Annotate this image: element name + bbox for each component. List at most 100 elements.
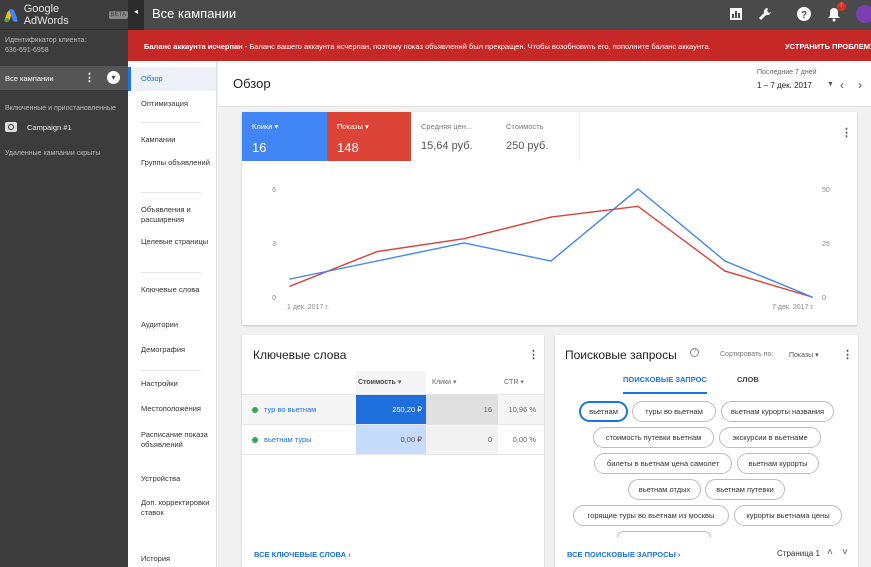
brand-name: Google AdWords [23, 2, 69, 27]
sidebar-item[interactable]: Настройки [128, 379, 216, 389]
metric-cost[interactable]: Стоимость 250 руб. [496, 112, 580, 161]
campaign-filter-note[interactable]: Включенные и приостановленные [0, 90, 128, 118]
main-content: Обзор Последние 7 дней 1 – 7 дек. 2017 ▼… [218, 61, 871, 567]
tab-words[interactable]: СЛОВ [737, 375, 759, 384]
keyword-link[interactable]: тур во вьетнам [264, 405, 316, 414]
collapse-arrow-icon[interactable]: ◂ [128, 0, 144, 16]
search-terms-title: Поисковые запросы [565, 348, 677, 362]
all-campaigns-item[interactable]: Все кампании ⋮ ▾ [0, 66, 128, 90]
tab-search-terms[interactable]: ПОИСКОВЫЕ ЗАПРОСЫ [623, 375, 707, 394]
more-vert-icon[interactable]: ⋮ [842, 348, 853, 361]
fix-problem-button[interactable]: УСТРАНИТЬ ПРОБЛЕМУ [785, 42, 871, 51]
search-terms-card: Поисковые запросы ? Сортировать по: Пока… [555, 335, 858, 567]
sort-arrow-icon: ▾ [451, 379, 457, 386]
adwords-logo[interactable]: Google AdWords BETA [0, 0, 128, 30]
chevron-up-icon[interactable]: ˄ [827, 547, 833, 558]
status-enabled-icon [252, 407, 258, 414]
tools-wrench-icon[interactable] [757, 6, 773, 22]
cost-cell: 250,20 ₽ [356, 395, 426, 424]
search-term-chip[interactable]: горящие туры во вьетнам из москвы [573, 505, 729, 526]
help-icon[interactable]: ? [690, 348, 699, 357]
search-term-chip[interactable]: вьетнам курорты названия [721, 401, 834, 422]
data-point [637, 205, 639, 208]
performance-chart: 0 3 6 0 25 50 1 дек. 2017 г. 7 дек. 2017 г. [272, 187, 830, 311]
column-header-ctr[interactable]: CTR ▾ [504, 371, 550, 394]
search-term-chip[interactable] [617, 531, 711, 537]
data-point [724, 260, 726, 262]
more-vert-icon[interactable]: ⋮ [841, 126, 852, 139]
chevron-left-icon[interactable]: ‹ [840, 78, 844, 92]
campaign-name: Campaign #1 [27, 122, 72, 132]
sort-arrow-icon: ▾ [518, 379, 524, 386]
search-term-chip[interactable]: вьетнам путевки [705, 479, 785, 500]
keyword-cell: вьетнам туры [242, 425, 356, 454]
more-vert-icon[interactable]: ⋮ [84, 71, 95, 84]
date-range-picker[interactable]: 1 – 7 дек. 2017 [757, 81, 812, 90]
metric-clicks-label: Клики [252, 122, 273, 131]
search-term-chip[interactable]: билеты в вьетнам цена самолет [594, 453, 732, 474]
sidebar-item[interactable]: Кампании [128, 135, 216, 145]
search-term-chip[interactable]: вьетнам курорты [737, 453, 819, 474]
sidebar-item[interactable]: Целевые страницы [128, 237, 216, 247]
sidebar-item[interactable]: Группы объявлений [128, 158, 216, 168]
expand-icon[interactable]: ▾ [107, 71, 120, 84]
search-term-chip[interactable]: туры во вьетнам [632, 401, 716, 422]
beta-badge: BETA [108, 10, 128, 19]
reports-icon[interactable] [728, 6, 744, 22]
sidebar-item[interactable]: Местоположения [128, 404, 216, 414]
y-left-tick-label: 6 [272, 187, 276, 194]
table-row[interactable]: вьетнам туры 0,00 ₽0 0,00 % [242, 424, 544, 454]
sidebar-item[interactable]: Обзор [128, 67, 216, 91]
page-header: Обзор Последние 7 дней 1 – 7 дек. 2017 ▼… [218, 61, 871, 107]
divider [141, 370, 201, 371]
search-term-chip[interactable]: вьетнам отдых [628, 479, 701, 500]
data-point [289, 278, 291, 280]
more-vert-icon[interactable]: ⋮ [528, 348, 539, 361]
metric-impressions[interactable]: Показы ▾ 148 [327, 112, 411, 161]
search-term-chip[interactable]: вьетнам [579, 401, 628, 422]
sort-dropdown[interactable]: Показы ▾ [789, 351, 819, 359]
chevron-right-icon[interactable]: › [858, 78, 862, 92]
campaign-item[interactable]: Campaign #1 [0, 118, 128, 136]
client-id-value: 636-691-6958 [5, 47, 49, 54]
search-term-chip[interactable]: курорты вьетнама цены [734, 505, 842, 526]
chevron-down-icon[interactable]: ˅ [842, 547, 848, 558]
sidebar-item[interactable]: Аудитории [128, 320, 216, 330]
column-header-cost[interactable]: Стоимость ▾ [358, 371, 436, 394]
metric-avg-cpc[interactable]: Средняя цен... 15,64 руб. [411, 112, 496, 161]
overview-card: Клики ▾ 16 Показы ▾ 148 Средняя цен... 1… [242, 112, 857, 325]
search-term-chip[interactable]: стоимость путевки вьетнам [593, 427, 714, 448]
x-tick-label: 7 дек. 2017 г. [772, 304, 814, 311]
sidebar-item[interactable]: Объявления и расширения [128, 205, 216, 225]
sidebar-item[interactable]: История [128, 554, 216, 564]
search-term-chip[interactable]: экскурсии в вьетнаме [719, 427, 821, 448]
alert-title: Баланс аккаунта исчерпан [144, 42, 243, 51]
clicks-cell: 0 [426, 425, 498, 454]
data-point [463, 242, 465, 244]
metric-clicks[interactable]: Клики ▾ 16 [242, 112, 327, 161]
divider [141, 122, 201, 123]
sidebar-item[interactable]: Доп. корректировки ставок [128, 498, 216, 518]
avatar[interactable] [856, 5, 871, 23]
sidebar-item[interactable]: Ключевые слова [128, 285, 216, 295]
column-header-clicks[interactable]: Клики ▾ [432, 371, 492, 394]
all-campaigns-label: Все кампании [5, 73, 54, 83]
y-right-tick-label: 50 [822, 187, 830, 194]
sidebar-item[interactable]: Демография [128, 345, 216, 355]
y-right-tick-label: 25 [822, 241, 830, 248]
keyword-link[interactable]: вьетнам туры [264, 435, 312, 444]
search-campaign-icon [5, 122, 17, 132]
metric-cost-label: Стоимость [506, 122, 544, 131]
help-icon[interactable]: ? [796, 6, 812, 22]
sidebar-item[interactable]: Оптимизация [128, 99, 216, 109]
all-search-terms-link[interactable]: ВСЕ ПОИСКОВЫЕ ЗАПРОСЫ › [567, 550, 680, 559]
data-point [376, 250, 378, 253]
table-row[interactable]: тур во вьетнам 250,20 ₽16 10,96 % [242, 394, 544, 424]
all-keywords-link[interactable]: ВСЕ КЛЮЧЕВЫЕ СЛОВА › [254, 550, 351, 559]
sidebar-item[interactable]: Расписание показа объявлений [128, 430, 216, 450]
adwords-logo-icon [3, 8, 19, 22]
data-point [550, 216, 552, 218]
notification-badge: ! [837, 2, 846, 11]
dropdown-caret-icon[interactable]: ▼ [827, 81, 834, 88]
sidebar-item[interactable]: Устройства [128, 474, 216, 484]
